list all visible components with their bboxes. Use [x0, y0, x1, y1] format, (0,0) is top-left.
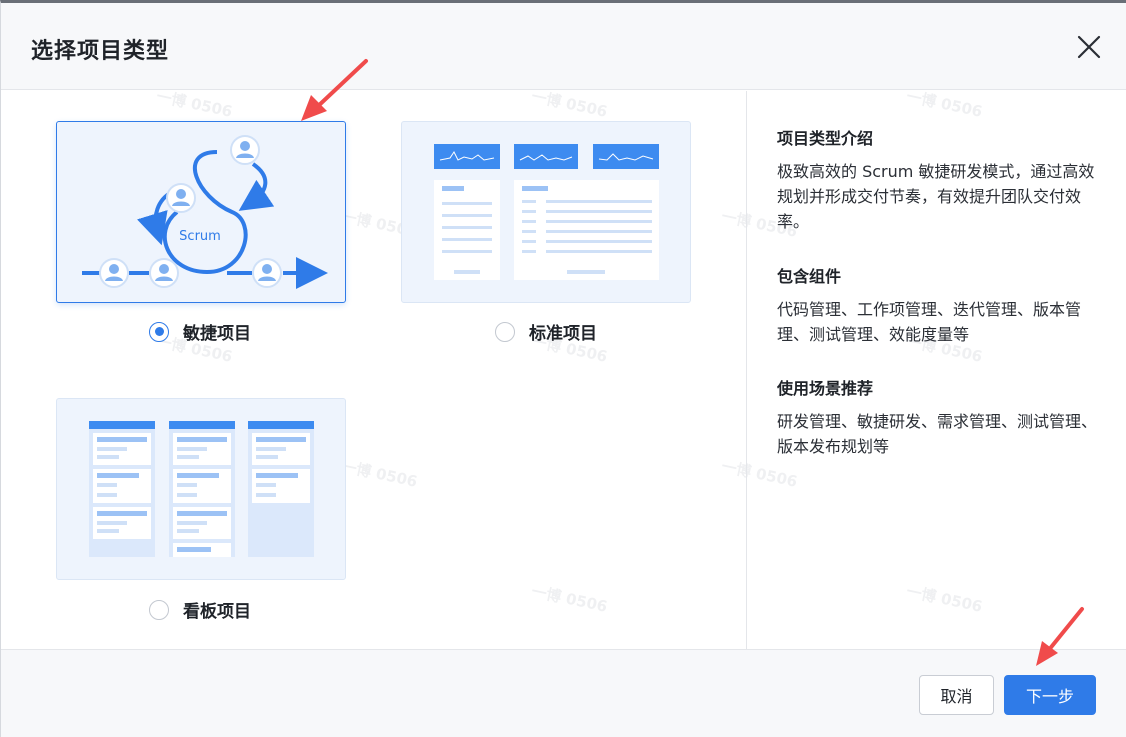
standard-project-label: 标准项目 — [529, 324, 597, 344]
user-avatar-icon — [230, 135, 260, 165]
agile-project-label: 敏捷项目 — [183, 324, 251, 344]
project-type-dialog: 一博 0506 一博 0506 一博 0506 一博 0506 一博 0506 … — [0, 0, 1126, 737]
svg-text:Scrum: Scrum — [179, 229, 221, 244]
info-body: 极致高效的 Scrum 敏捷研发模式，通过高效规划并形成交付节奏，有效提升团队交… — [777, 162, 1095, 231]
info-heading: 使用场景推荐 — [777, 379, 874, 398]
dialog-title: 选择项目类型 — [31, 39, 170, 64]
info-section-scenarios: 使用场景推荐 研发管理、敏捷研发、需求管理、测试管理、版本发布规划等 — [777, 375, 1107, 459]
project-type-info-panel: 项目类型介绍 极致高效的 Scrum 敏捷研发模式，通过高效规划并形成交付节奏，… — [746, 91, 1126, 649]
info-body: 研发管理、敏捷研发、需求管理、测试管理、版本发布规划等 — [777, 412, 1098, 456]
scrum-illustration: Scrum — [82, 135, 328, 289]
dialog-footer: 取消 下一步 — [1, 649, 1126, 737]
next-step-button[interactable]: 下一步 — [1004, 675, 1096, 715]
close-icon[interactable] — [1073, 31, 1105, 63]
agile-project-option[interactable]: 敏捷项目 — [149, 319, 251, 344]
standard-illustration — [434, 144, 659, 280]
standard-project-option[interactable]: 标准项目 — [495, 319, 597, 344]
standard-project-radio[interactable] — [495, 321, 515, 342]
dialog-header: 选择项目类型 — [1, 3, 1126, 90]
project-type-options: Scrum 敏捷项目 标准项目 看板项目 — [1, 91, 746, 649]
user-avatar-icon — [166, 183, 196, 213]
kanban-project-radio[interactable] — [149, 599, 169, 620]
kanban-project-option[interactable]: 看板项目 — [149, 597, 251, 622]
info-heading: 包含组件 — [777, 267, 842, 286]
info-section-components: 包含组件 代码管理、工作项管理、迭代管理、版本管理、测试管理、效能度量等 — [777, 263, 1107, 347]
info-heading: 项目类型介绍 — [777, 129, 874, 148]
info-section-intro: 项目类型介绍 极致高效的 Scrum 敏捷研发模式，通过高效规划并形成交付节奏，… — [777, 125, 1107, 234]
standard-project-card[interactable] — [401, 121, 691, 303]
agile-project-radio[interactable] — [149, 321, 169, 342]
cancel-button[interactable]: 取消 — [919, 675, 994, 715]
user-avatar-icon — [252, 258, 282, 288]
kanban-illustration — [89, 421, 314, 557]
kanban-project-card[interactable] — [56, 398, 346, 580]
agile-project-card[interactable]: Scrum — [56, 121, 346, 303]
user-avatar-icon — [149, 258, 179, 288]
info-body: 代码管理、工作项管理、迭代管理、版本管理、测试管理、效能度量等 — [777, 300, 1082, 344]
kanban-project-label: 看板项目 — [183, 602, 251, 622]
user-avatar-icon — [99, 258, 129, 288]
